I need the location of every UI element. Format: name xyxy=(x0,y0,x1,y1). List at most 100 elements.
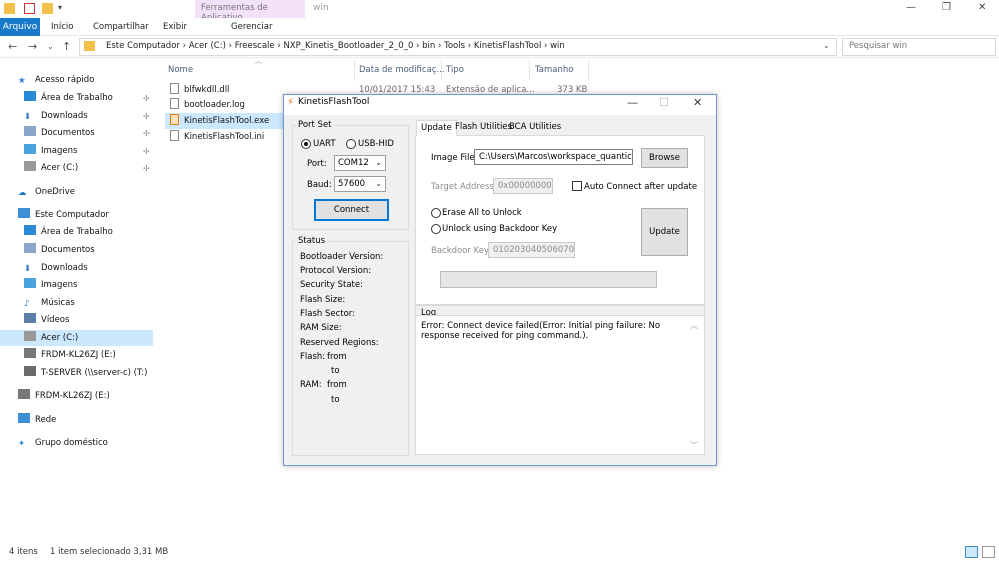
customize-qat-icon[interactable]: ▾ xyxy=(58,3,62,12)
pin-icon[interactable]: ✢ xyxy=(143,94,150,103)
status-item-count: 4 itens xyxy=(9,547,38,557)
status-selection: 1 item selecionado 3,31 MB xyxy=(50,547,169,557)
column-divider[interactable] xyxy=(441,60,442,80)
column-divider[interactable] xyxy=(354,60,355,80)
nav-pc-pictures[interactable]: Imagens xyxy=(24,277,77,293)
nav-pc-drive-e[interactable]: FRDM-KL26ZJ (E:) xyxy=(24,347,116,363)
documents-icon xyxy=(24,243,36,253)
nav-quick-pictures[interactable]: Imagens xyxy=(24,143,77,159)
auto-connect-checkbox[interactable] xyxy=(572,181,582,191)
file-row[interactable]: KinetisFlashTool.ini xyxy=(170,129,264,145)
baud-value: 57600 xyxy=(338,179,366,189)
nav-homegroup[interactable]: ✦ Grupo doméstico xyxy=(18,435,108,451)
connect-button[interactable]: Connect xyxy=(314,199,389,221)
dialog-close-icon[interactable]: ✕ xyxy=(693,96,702,109)
cloud-icon: ☁ xyxy=(18,188,27,198)
desktop-icon xyxy=(24,91,36,101)
flash-from-label: from xyxy=(327,352,347,362)
properties-icon[interactable] xyxy=(24,3,35,14)
details-view-icon[interactable] xyxy=(965,546,978,558)
homegroup-icon: ✦ xyxy=(18,439,26,449)
port-select[interactable]: COM12 ⌄ xyxy=(334,155,386,171)
settings-file-icon xyxy=(170,130,179,141)
new-folder-icon[interactable] xyxy=(42,3,53,14)
column-divider[interactable] xyxy=(588,60,589,80)
usb-hid-radio[interactable] xyxy=(346,139,356,149)
browse-button[interactable]: Browse xyxy=(641,148,688,168)
nav-network[interactable]: Rede xyxy=(18,412,56,428)
window-title: win xyxy=(313,3,329,13)
pin-icon[interactable]: ✢ xyxy=(143,112,150,121)
nav-pc-downloads[interactable]: ⬇ Downloads xyxy=(24,260,88,276)
nav-label: Área de Trabalho xyxy=(41,93,113,103)
update-button[interactable]: Update xyxy=(641,208,688,256)
backdoor-key-input: 0102030405060708 xyxy=(488,242,575,258)
exe-file-icon xyxy=(170,114,179,125)
nav-quick-access[interactable]: ★ Acesso rápido xyxy=(18,72,94,88)
file-name: KinetisFlashTool.exe xyxy=(184,116,270,126)
minimize-icon[interactable]: — xyxy=(906,2,916,13)
column-header-type[interactable]: Tipo xyxy=(446,65,464,75)
large-icons-view-icon[interactable] xyxy=(982,546,995,558)
nav-quick-drive-c[interactable]: Acer (C:) xyxy=(24,160,78,176)
desktop-icon xyxy=(24,225,36,235)
flash-to-label: to xyxy=(331,366,340,376)
search-input[interactable]: Pesquisar win xyxy=(849,41,907,51)
unlock-backdoor-radio[interactable] xyxy=(431,224,441,234)
column-header-name[interactable]: Nome xyxy=(168,65,193,75)
nav-drive-e[interactable]: FRDM-KL26ZJ (E:) xyxy=(18,388,110,404)
column-header-size[interactable]: Tamanho xyxy=(535,65,573,75)
nav-pc-music[interactable]: ♪ Músicas xyxy=(24,295,75,311)
maximize-icon[interactable]: ❐ xyxy=(942,2,951,13)
file-row[interactable]: KinetisFlashTool.exe xyxy=(170,113,269,129)
image-file-input[interactable]: C:\Users\Marcos\workspace_quantica\te xyxy=(474,149,633,165)
file-row[interactable]: bootloader.log xyxy=(170,97,245,113)
close-icon[interactable]: ✕ xyxy=(978,2,986,13)
nav-pc-desktop[interactable]: Área de Trabalho xyxy=(24,224,113,240)
tab-inicio[interactable]: Início xyxy=(51,18,74,36)
nav-pc-drive-c[interactable]: Acer (C:) xyxy=(24,330,78,346)
file-name: KinetisFlashTool.ini xyxy=(184,132,265,142)
nav-quick-documents[interactable]: Documentos xyxy=(24,125,95,141)
port-label: Port: xyxy=(307,159,327,169)
nav-onedrive[interactable]: ☁ OneDrive xyxy=(18,184,75,200)
recent-locations-icon[interactable]: ⌄ xyxy=(47,42,54,51)
tab-exibir[interactable]: Exibir xyxy=(163,18,187,36)
nav-label: Este Computador xyxy=(35,210,109,220)
baud-select[interactable]: 57600 ⌄ xyxy=(334,176,386,192)
ram-size-label: RAM Size: xyxy=(300,323,342,333)
pin-icon[interactable]: ✢ xyxy=(143,164,150,173)
forward-icon[interactable]: → xyxy=(28,40,37,53)
pin-icon[interactable]: ✢ xyxy=(143,147,150,156)
dialog-minimize-icon[interactable]: — xyxy=(627,96,638,109)
back-icon[interactable]: ← xyxy=(8,40,17,53)
tab-compartilhar[interactable]: Compartilhar xyxy=(93,18,149,36)
nav-label: Músicas xyxy=(41,298,75,308)
tab-bca-utilities[interactable]: BCA Utilities xyxy=(505,120,565,135)
nav-pc-documents[interactable]: Documentos xyxy=(24,242,95,258)
nav-label: OneDrive xyxy=(35,187,75,197)
music-icon: ♪ xyxy=(24,299,30,309)
uart-radio[interactable] xyxy=(301,139,311,149)
nav-pc-videos[interactable]: Vídeos xyxy=(24,312,69,328)
ram-from-label: from xyxy=(327,380,347,390)
scroll-down-icon[interactable]: ﹀ xyxy=(690,440,698,451)
erase-all-radio[interactable] xyxy=(431,208,441,218)
tab-gerenciar[interactable]: Gerenciar xyxy=(231,18,272,36)
file-row[interactable]: blfwkdll.dll xyxy=(170,82,229,98)
nav-pc-drive-t[interactable]: T-SERVER (\\server-c) (T:) xyxy=(24,365,147,381)
nav-quick-desktop[interactable]: Área de Trabalho xyxy=(24,90,113,106)
column-header-modified[interactable]: Data de modificaç... xyxy=(359,65,445,75)
column-divider[interactable] xyxy=(529,60,530,80)
nav-this-pc[interactable]: Este Computador xyxy=(18,207,109,223)
file-tab[interactable]: Arquivo xyxy=(0,18,40,36)
address-path[interactable]: Este Computador › Acer (C:) › Freescale … xyxy=(106,41,565,51)
address-dropdown-icon[interactable]: ⌄ xyxy=(823,41,830,50)
pin-icon[interactable]: ✢ xyxy=(143,129,150,138)
nav-quick-downloads[interactable]: ⬇ Downloads xyxy=(24,108,88,124)
flash-sector-label: Flash Sector: xyxy=(300,309,356,319)
erase-all-label: Erase All to Unlock xyxy=(442,208,522,218)
folder-icon xyxy=(4,3,15,14)
up-icon[interactable]: ↑ xyxy=(62,40,71,53)
scroll-up-icon[interactable]: ︿ xyxy=(690,320,698,331)
